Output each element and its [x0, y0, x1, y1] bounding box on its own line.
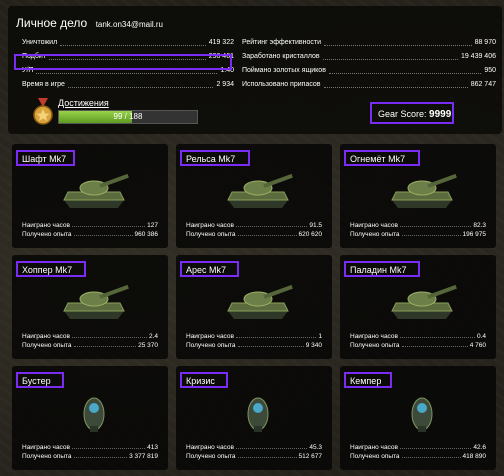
- name-highlight: [16, 150, 75, 166]
- equipment-image: [54, 168, 134, 214]
- name-highlight: [180, 261, 239, 277]
- equipment-card[interactable]: Паладин Mk7 Наиграно часов 0.4 Получено опы…: [340, 255, 496, 359]
- equipment-image: [54, 390, 134, 436]
- stat-supplies: Использовано припасов 862 747: [242, 80, 496, 88]
- hours-row: Наиграно часов 91.5: [186, 222, 322, 229]
- hours-row: Наиграно часов 45.3: [186, 444, 322, 451]
- equipment-image: [54, 279, 134, 325]
- name-highlight: [180, 372, 228, 388]
- hours-row: Наиграно часов 0.4: [350, 333, 486, 340]
- name-highlight: [344, 261, 420, 277]
- equipment-image: [218, 390, 298, 436]
- gear-score-highlight: [370, 102, 454, 124]
- achievements-progress-bar: 99 / 188: [58, 110, 198, 124]
- stat-crystals: Заработано кристаллов 19 439 406: [242, 52, 496, 60]
- exp-row: Получено опыта 960 386: [22, 231, 158, 238]
- medal-icon: [33, 98, 53, 125]
- stat-kills: Уничтожил 419 322: [22, 38, 234, 46]
- hours-row: Наиграно часов 413: [22, 444, 158, 451]
- equipment-card[interactable]: Арес Mk7 Наиграно часов 1 Получено опыта 9 3…: [176, 255, 332, 359]
- exp-row: Получено опыта 418 890: [350, 453, 486, 460]
- hours-row: Наиграно часов 82.3: [350, 222, 486, 229]
- exp-row: Получено опыта 620 620: [186, 231, 322, 238]
- page-title: Личное дело: [16, 16, 88, 30]
- name-highlight: [344, 372, 392, 388]
- progress-text: 99 / 188: [113, 112, 143, 121]
- equipment-card[interactable]: Рельса Mk7 Наиграно часов 91.5 Получено опы…: [176, 144, 332, 248]
- right-stats: Рейтинг эффективности 88 970 Заработано к…: [242, 35, 496, 91]
- name-highlight: [16, 372, 64, 388]
- exp-row: Получено опыта 25 370: [22, 342, 158, 349]
- hours-row: Наиграно часов 1: [186, 333, 322, 340]
- exp-row: Получено опыта 3 377 819: [22, 453, 158, 460]
- hours-row: Наиграно часов 2.4: [22, 333, 158, 340]
- profile-header: Личное дело tank.on34@mail.ru: [16, 14, 163, 32]
- equipment-image: [218, 279, 298, 325]
- stat-playtime: Время в игре 2 934: [22, 80, 234, 88]
- name-highlight: [344, 150, 420, 166]
- equipment-image: [382, 279, 462, 325]
- exp-row: Получено опыта 196 975: [350, 231, 486, 238]
- equipment-card[interactable]: Бустер Наиграно часов 413 Получено опыта 3 3…: [12, 366, 168, 470]
- stat-gold-boxes: Поймано золотых ящиков 950: [242, 66, 496, 74]
- equipment-card[interactable]: Хоппер Mk7 Наиграно часов 2.4 Получено опыт…: [12, 255, 168, 359]
- name-highlight: [16, 261, 86, 277]
- name-highlight: [180, 150, 250, 166]
- exp-row: Получено опыта 9 340: [186, 342, 322, 349]
- profile-panel: Личное дело tank.on34@mail.ru Уничтожил 4…: [8, 6, 502, 134]
- equipment-card[interactable]: Шафт Mk7 Наиграно часов 127 Получено опыта 9…: [12, 144, 168, 248]
- exp-row: Получено опыта 4 760: [350, 342, 486, 349]
- hours-row: Наиграно часов 42.6: [350, 444, 486, 451]
- kd-highlight: [14, 54, 232, 70]
- equipment-image: [382, 168, 462, 214]
- user-email: tank.on34@mail.ru: [95, 20, 163, 29]
- achievements-link[interactable]: Достижения: [58, 98, 109, 108]
- hours-row: Наиграно часов 127: [22, 222, 158, 229]
- equipment-card[interactable]: Кризис Наиграно часов 45.3 Получено опыта 51…: [176, 366, 332, 470]
- equipment-card[interactable]: Огнемёт Mk7 Наиграно часов 82.3 Получено оп…: [340, 144, 496, 248]
- equipment-image: [382, 390, 462, 436]
- equipment-image: [218, 168, 298, 214]
- exp-row: Получено опыта 512 677: [186, 453, 322, 460]
- equipment-card[interactable]: Кемпер Наиграно часов 42.6 Получено опыта 41…: [340, 366, 496, 470]
- stat-rating: Рейтинг эффективности 88 970: [242, 38, 496, 46]
